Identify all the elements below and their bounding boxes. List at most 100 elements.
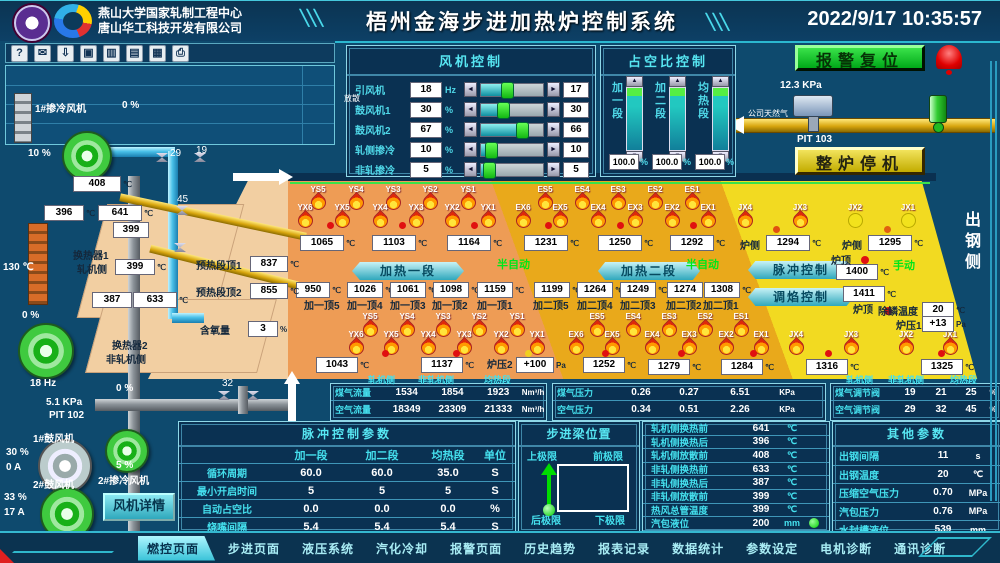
section-button[interactable]: 加热二段 (598, 262, 700, 280)
bottom-nav: 燃控页面步进页面液压系统汽化冷却报警页面历史趋势报表记录数据统计参数设定电机诊断… (0, 531, 1000, 563)
slider-right-button[interactable]: ► (547, 142, 560, 157)
duty-up-button[interactable]: ▲ (712, 76, 729, 87)
gas-valve-actuator-icon[interactable] (929, 95, 947, 123)
tab-电机诊断[interactable]: 电机诊断 (811, 536, 881, 561)
furnace-stop-button[interactable]: 整炉停机 (795, 147, 925, 175)
induced-draft-fan[interactable] (18, 323, 74, 379)
fan-setpoint-input[interactable]: 10 (410, 142, 442, 158)
slider-right-button[interactable]: ► (547, 162, 560, 177)
fan-slider-thumb[interactable] (516, 122, 529, 139)
burner-JX2[interactable]: JX2 (840, 203, 870, 228)
alarm-reset-button[interactable]: 报警复位 (795, 45, 925, 71)
tab-历史趋势[interactable]: 历史趋势 (515, 536, 585, 561)
burner-EX4[interactable]: EX4 (583, 203, 613, 228)
burner-YX5[interactable]: YX5 (376, 330, 406, 355)
burner-YX4[interactable]: YX4 (413, 330, 443, 355)
value-box-wrap: 1252℃ (583, 357, 636, 373)
fan-detail-button[interactable]: 风机详情 (103, 493, 175, 521)
slider-right-button[interactable]: ► (547, 82, 560, 97)
chart-icon[interactable]: ▥ (103, 45, 120, 62)
burner-JX3[interactable]: JX3 (785, 203, 815, 228)
tab-燃控页面[interactable]: 燃控页面 (138, 536, 215, 561)
pulse-value: % (479, 503, 511, 515)
fan-slider[interactable] (480, 103, 544, 117)
window-icon[interactable]: ▦ (149, 45, 166, 62)
slider-left-button[interactable]: ◄ (464, 102, 477, 117)
burner-EX2[interactable]: EX2 (711, 330, 741, 355)
fan-slider-thumb[interactable] (497, 102, 510, 119)
slider-left-button[interactable]: ◄ (464, 162, 477, 177)
burner-JX4[interactable]: JX4 (730, 203, 760, 228)
slider-left-button[interactable]: ◄ (464, 122, 477, 137)
tab-步进页面[interactable]: 步进页面 (219, 536, 289, 561)
slider-right-button[interactable]: ► (547, 122, 560, 137)
label: 12.3 KPa (780, 80, 822, 91)
burner-YX6[interactable]: YX6 (290, 203, 320, 228)
value-box: 399 (113, 222, 149, 238)
duty-slider[interactable] (626, 87, 643, 151)
duty-up-button[interactable]: ▲ (669, 76, 686, 87)
tab-液压系统[interactable]: 液压系统 (293, 536, 363, 561)
temp-value: 399 (743, 491, 779, 502)
value-box: 1164 (447, 235, 491, 251)
burner-EX6[interactable]: EX6 (561, 330, 591, 355)
duty-up-button[interactable]: ▲ (626, 76, 643, 87)
download-icon[interactable]: ⇩ (57, 45, 74, 62)
fan-setpoint-input[interactable]: 18 (410, 82, 442, 98)
fan-slider[interactable] (480, 83, 544, 97)
burner-YX2[interactable]: YX2 (437, 203, 467, 228)
mail-icon[interactable]: ✉ (34, 45, 51, 62)
pressure-transmitter-icon[interactable] (793, 95, 833, 117)
burner-JX1[interactable]: JX1 (893, 203, 923, 228)
value-unit-label: Pa (956, 320, 966, 329)
value-unit-label: ℃ (179, 296, 188, 305)
temp-value: 641 (743, 423, 779, 434)
burner-EX1[interactable]: EX1 (693, 203, 723, 228)
folder-icon[interactable]: ▣ (80, 45, 97, 62)
tab-报警页面[interactable]: 报警页面 (441, 536, 511, 561)
burner-JX2[interactable]: JX2 (891, 330, 921, 355)
tab-报表记录[interactable]: 报表记录 (589, 536, 659, 561)
slider-right-button[interactable]: ► (547, 102, 560, 117)
alarm-bell-icon[interactable] (936, 45, 962, 69)
burner-EX6[interactable]: EX6 (508, 203, 538, 228)
section-button[interactable]: 加热一段 (352, 262, 464, 280)
print-icon[interactable]: ⎙ (172, 45, 189, 62)
burner-YX4[interactable]: YX4 (365, 203, 395, 228)
burner-EX2[interactable]: EX2 (657, 203, 687, 228)
report-icon[interactable]: ▤ (126, 45, 143, 62)
fan-slider-thumb[interactable] (485, 142, 498, 159)
burner-EX4[interactable]: EX4 (637, 330, 667, 355)
fan-setpoint-input[interactable]: 67 (410, 122, 442, 138)
cold-air-fan-1[interactable] (62, 131, 112, 181)
flow-value: 29 (895, 404, 925, 415)
fan-slider[interactable] (480, 143, 544, 157)
help-icon[interactable]: ? (11, 45, 28, 62)
slider-left-button[interactable]: ◄ (464, 142, 477, 157)
fan-slider-thumb[interactable] (483, 162, 496, 179)
tab-汽化冷却[interactable]: 汽化冷却 (367, 536, 437, 561)
fan-setpoint-input[interactable]: 30 (410, 102, 442, 118)
burner-EX3[interactable]: EX3 (620, 203, 650, 228)
flow-row-label: 空气流量 (331, 403, 385, 416)
label: 换热器1 (73, 247, 109, 262)
tab-数据统计[interactable]: 数据统计 (663, 536, 733, 561)
burner-YX6[interactable]: YX6 (341, 330, 371, 355)
tab-参数设定[interactable]: 参数设定 (737, 536, 807, 561)
flow-unit: KPa (767, 388, 807, 397)
fan-slider-thumb[interactable] (501, 82, 514, 99)
fan-setpoint-input[interactable]: 5 (410, 162, 442, 178)
duty-channel-label: 加一段 (611, 82, 624, 162)
fan-slider[interactable] (480, 163, 544, 177)
duty-slider[interactable] (669, 87, 686, 151)
duty-slider[interactable] (712, 87, 729, 151)
other-row-label: 出钢温度 (833, 467, 925, 482)
burner-YX2[interactable]: YX2 (486, 330, 516, 355)
temp-row-label: 非轧侧换热前 (643, 462, 743, 476)
burner-JX3[interactable]: JX3 (836, 330, 866, 355)
fan-slider[interactable] (480, 123, 544, 137)
burner-JX4[interactable]: JX4 (781, 330, 811, 355)
section-button[interactable]: 调焰控制 (748, 288, 854, 306)
slider-left-button[interactable]: ◄ (464, 82, 477, 97)
label: 炉侧 (842, 237, 862, 252)
